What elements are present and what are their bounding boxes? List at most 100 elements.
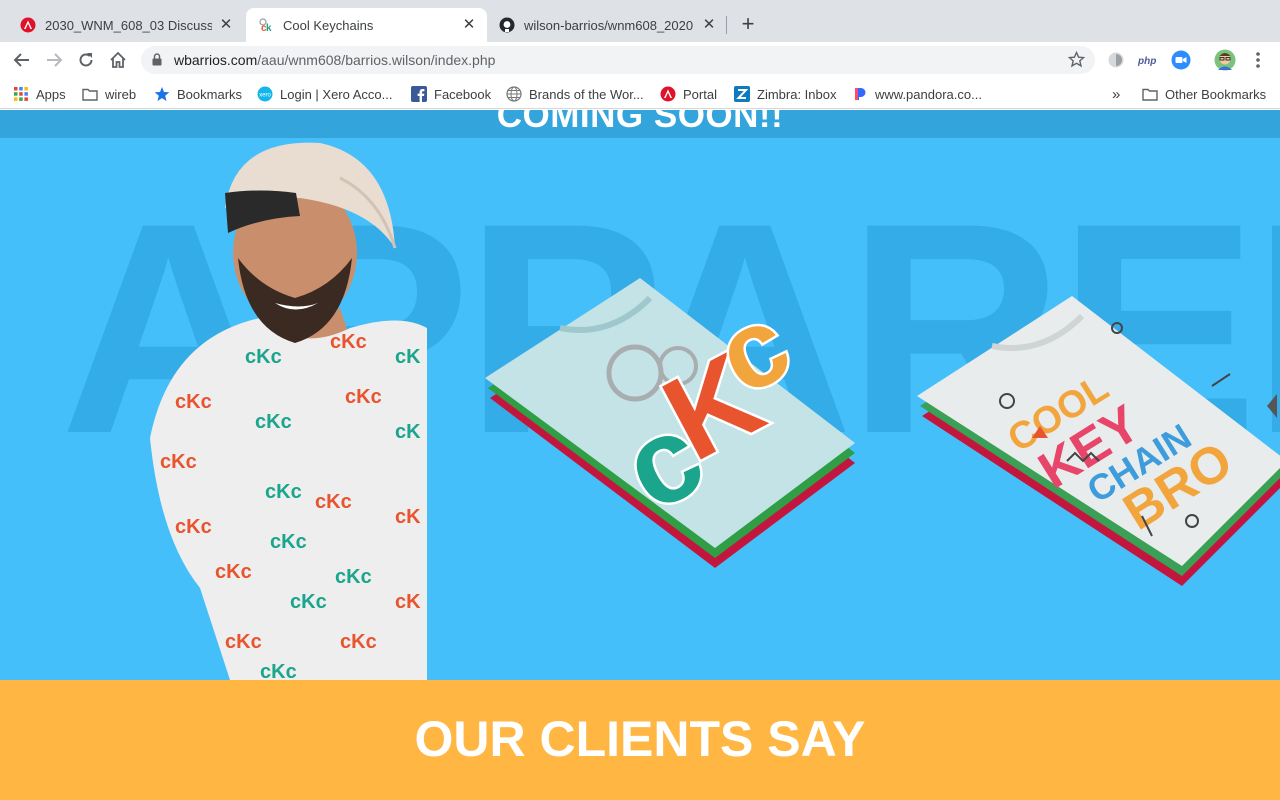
bookmark-pandora[interactable]: www.pandora.co... (852, 84, 982, 104)
bookmark-folder-bookmarks[interactable]: Bookmarks (154, 84, 242, 104)
testimonials-heading: OUR CLIENTS SAY (414, 711, 866, 767)
bookmark-brands[interactable]: Brands of the Wor... (506, 84, 644, 104)
apps-grid-icon (13, 86, 29, 102)
svg-text:cKc: cKc (225, 631, 262, 653)
keychain-logo-icon: ck (258, 17, 274, 33)
bookmark-apps[interactable]: Apps (13, 84, 66, 104)
back-button[interactable] (10, 48, 34, 72)
address-bar[interactable]: wbarrios.com/aau/wnm608/barrios.wilson/i… (141, 46, 1095, 74)
bookmarks-overflow-button[interactable]: » (1112, 84, 1120, 104)
globe-icon (506, 86, 522, 102)
coming-soon-heading: COMING SOON!! (496, 110, 784, 135)
page-viewport: COMING SOON!! APPAREL cKccKccKccK cKccKc… (0, 110, 1280, 800)
svg-text:cK: cK (395, 346, 421, 368)
github-icon (499, 17, 515, 33)
folder-icon (1142, 86, 1158, 102)
svg-text:k: k (266, 23, 272, 33)
lock-icon (152, 53, 162, 71)
svg-text:cK: cK (395, 506, 421, 528)
folded-shirt-logo: c K c (485, 278, 855, 568)
apparel-hero: APPAREL cKccKccKccK cKccKccKccK cKccKccK… (0, 138, 1280, 680)
tab-strip: 2030_WNM_608_03 Discussion ✕ ck Cool Key… (0, 0, 1280, 42)
close-icon[interactable]: ✕ (461, 17, 477, 33)
url-path: /aau/wnm608/barrios.wilson/index.php (257, 52, 496, 68)
svg-text:cK: cK (395, 591, 421, 613)
bookmark-folder-wireb[interactable]: wireb (82, 84, 136, 104)
url-text: wbarrios.com/aau/wnm608/barrios.wilson/i… (174, 52, 495, 68)
zimbra-icon (734, 86, 750, 102)
facebook-icon (411, 86, 427, 102)
svg-text:cKc: cKc (315, 491, 352, 513)
svg-text:cK: cK (395, 421, 421, 443)
forward-button[interactable] (42, 48, 66, 72)
bookmark-facebook[interactable]: Facebook (411, 84, 491, 104)
svg-text:cKc: cKc (270, 531, 307, 553)
profile-avatar[interactable] (1214, 49, 1236, 71)
coming-soon-banner: COMING SOON!! (0, 110, 1280, 138)
tab-separator (726, 16, 727, 34)
php-icon[interactable]: php (1138, 50, 1160, 70)
svg-text:cKc: cKc (330, 331, 367, 353)
svg-text:cKc: cKc (345, 386, 382, 408)
bookmark-label: wireb (105, 86, 137, 102)
svg-text:cKc: cKc (175, 516, 212, 538)
reload-button[interactable] (74, 48, 98, 72)
svg-text:cKc: cKc (340, 631, 377, 653)
bookmark-label: Other Bookmarks (1165, 86, 1267, 102)
bookmarks-bar: Apps wireb Bookmarks xero Login | Xero A… (0, 78, 1280, 109)
bookmark-label: Login | Xero Acco... (280, 86, 393, 102)
bookmark-label: Zimbra: Inbox (757, 86, 837, 102)
svg-text:cKc: cKc (290, 591, 327, 613)
xero-icon: xero (257, 86, 273, 102)
bookmark-folder-other[interactable]: Other Bookmarks (1142, 84, 1266, 104)
browser-toolbar: wbarrios.com/aau/wnm608/barrios.wilson/i… (0, 42, 1280, 78)
bookmark-label: Apps (36, 86, 66, 102)
bookmark-label: Brands of the Wor... (529, 86, 644, 102)
svg-text:cKc: cKc (215, 561, 252, 583)
academy-logo-icon (20, 17, 36, 33)
bookmark-label: Bookmarks (177, 86, 243, 102)
svg-text:cKc: cKc (260, 661, 297, 680)
bookmark-xero[interactable]: xero Login | Xero Acco... (257, 84, 393, 104)
overflow-chevron-icon: » (1112, 85, 1121, 103)
bookmark-label: Portal (683, 86, 717, 102)
forward-arrow-icon (47, 53, 63, 67)
svg-text:cKc: cKc (160, 451, 197, 473)
tab-github[interactable]: wilson-barrios/wnm608_2020 ✕ (487, 8, 727, 42)
close-icon[interactable]: ✕ (701, 17, 717, 33)
bookmark-label: Facebook (434, 86, 492, 102)
menu-kebab-icon[interactable] (1248, 50, 1268, 70)
svg-text:cKc: cKc (245, 346, 282, 368)
svg-text:php: php (1138, 56, 1156, 67)
new-tab-button[interactable]: + (737, 13, 759, 35)
bookmark-portal[interactable]: Portal (660, 84, 717, 104)
extension-icon[interactable] (1106, 50, 1126, 70)
home-icon (110, 51, 126, 68)
close-icon[interactable]: ✕ (218, 17, 234, 33)
star-icon (154, 86, 170, 102)
back-arrow-icon (13, 53, 29, 67)
bookmark-label: www.pandora.co... (875, 86, 982, 102)
svg-text:cKc: cKc (255, 411, 292, 433)
academy-logo-icon (660, 86, 676, 102)
tab-title: wilson-barrios/wnm608_2020 (524, 17, 694, 33)
model-photo: cKccKccKccK cKccKccKccK cKccKc cKccK cKcc… (150, 142, 427, 680)
bookmark-star-icon[interactable] (1067, 50, 1086, 73)
pandora-icon (852, 86, 868, 102)
svg-text:cKc: cKc (335, 566, 372, 588)
tab-title: 2030_WNM_608_03 Discussion (45, 17, 212, 33)
url-host: wbarrios.com (174, 52, 258, 68)
folder-icon (82, 86, 98, 102)
tab-cool-keychains[interactable]: ck Cool Keychains ✕ (246, 8, 487, 42)
svg-text:cKc: cKc (265, 481, 302, 503)
tab-discussion[interactable]: 2030_WNM_608_03 Discussion ✕ (8, 8, 244, 42)
folded-shirt-text: COOL KEY CHAIN BRO (917, 296, 1280, 586)
reload-icon (79, 53, 93, 67)
home-button[interactable] (106, 48, 130, 72)
svg-text:xero: xero (259, 93, 271, 99)
zoom-icon[interactable] (1171, 50, 1191, 70)
bookmark-zimbra[interactable]: Zimbra: Inbox (734, 84, 836, 104)
svg-text:cKc: cKc (175, 391, 212, 413)
testimonials-section: OUR CLIENTS SAY (0, 680, 1280, 800)
tab-title: Cool Keychains (283, 17, 374, 33)
